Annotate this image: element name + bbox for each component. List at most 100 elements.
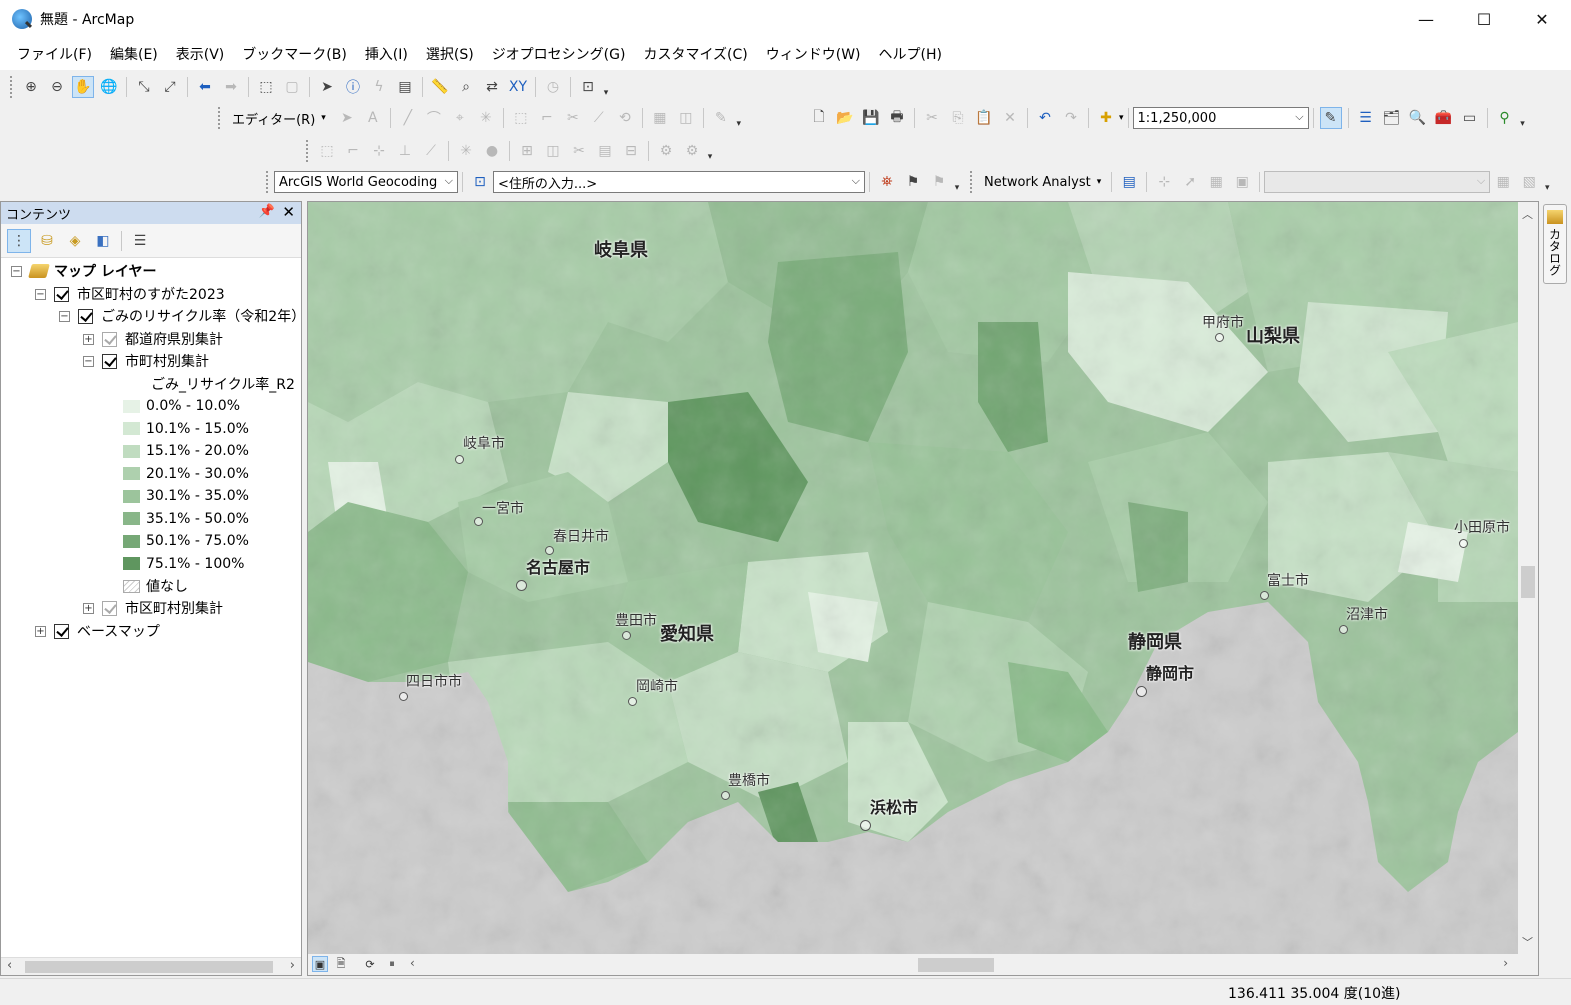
toolbar-grip[interactable] bbox=[218, 107, 222, 129]
legend-item[interactable]: 10.1% - 15.0% bbox=[123, 418, 249, 440]
scrollbar-thumb[interactable] bbox=[1521, 566, 1535, 598]
scroll-down-icon[interactable]: ﹀ bbox=[1522, 934, 1533, 950]
attributes-icon[interactable]: ▦ bbox=[649, 107, 671, 129]
save-icon[interactable]: 💾 bbox=[860, 107, 882, 129]
topology-settings-icon[interactable]: ⚙ bbox=[681, 140, 703, 162]
zoom-in-icon[interactable]: ⊕ bbox=[20, 76, 42, 98]
close-icon[interactable]: ✕ bbox=[282, 203, 295, 221]
zoom-out-icon[interactable]: ⊖ bbox=[46, 76, 68, 98]
menu-insert[interactable]: 挿入(I) bbox=[356, 44, 417, 64]
toc-row-muni-layer[interactable]: − 市町村別集計 bbox=[83, 350, 209, 372]
network-analyst-window-icon[interactable]: ▤ bbox=[1118, 171, 1140, 193]
toolbar-grip[interactable] bbox=[970, 171, 974, 193]
editor-dropdown-icon[interactable]: ▾ bbox=[321, 113, 326, 123]
collapse-icon[interactable]: − bbox=[83, 355, 94, 367]
chevron-down-icon[interactable]: ⌵ bbox=[445, 174, 453, 188]
toolbar-grip[interactable] bbox=[306, 140, 310, 162]
expand-icon[interactable]: + bbox=[83, 333, 94, 345]
edit-tool-icon[interactable]: ➤ bbox=[336, 107, 358, 129]
end-point-arc-icon[interactable]: ⌒ bbox=[423, 107, 445, 129]
collapse-icon[interactable]: − bbox=[59, 310, 70, 322]
paste-icon[interactable]: 📋 bbox=[973, 107, 995, 129]
pin-icon[interactable]: 📌 bbox=[259, 204, 275, 219]
back-arrow-icon[interactable]: ⬅ bbox=[194, 76, 216, 98]
add-data-dropdown-icon[interactable]: ▾ bbox=[1119, 113, 1124, 123]
create-network-location-icon[interactable]: ⊹ bbox=[1153, 171, 1175, 193]
toolbar-options-icon[interactable]: ▾ bbox=[601, 76, 611, 98]
redo-icon[interactable]: ↷ bbox=[1060, 107, 1082, 129]
hyperlink-bolt-icon[interactable]: ϟ bbox=[368, 76, 390, 98]
layout-view-icon[interactable]: 🗎 bbox=[333, 956, 349, 972]
html-popup-icon[interactable]: ▤ bbox=[394, 76, 416, 98]
pan-hand-icon[interactable]: ✋ bbox=[72, 76, 94, 98]
toolbar-options-icon[interactable]: ▾ bbox=[1542, 171, 1552, 193]
muni-layer2-visibility-checkbox[interactable] bbox=[102, 600, 117, 616]
fixed-zoom-out-icon[interactable]: ⤢ bbox=[159, 76, 181, 98]
toolbar-options-icon[interactable]: ▾ bbox=[705, 140, 715, 162]
menu-view[interactable]: 表示(V) bbox=[167, 44, 234, 64]
editor-toolbar-toggle-icon[interactable]: ✎ bbox=[1319, 107, 1342, 129]
toolbar-grip[interactable] bbox=[266, 171, 270, 193]
go-to-xy-icon[interactable]: XY bbox=[507, 76, 529, 98]
fixed-zoom-in-icon[interactable]: ⤡ bbox=[133, 76, 155, 98]
map-canvas[interactable]: 岐阜県 山梨県 愛知県 静岡県 名古屋市 静岡市 浜松市 甲府市 岐阜市 一宮市… bbox=[308, 202, 1518, 954]
toc-horizontal-scrollbar[interactable]: ‹ › bbox=[1, 957, 301, 975]
network-dataset-select[interactable]: ⌵ bbox=[1264, 171, 1491, 193]
create-features-icon[interactable]: ✎ bbox=[710, 107, 732, 129]
point-icon[interactable]: ✳ bbox=[475, 107, 497, 129]
map-scale-combo[interactable]: 1:1,250,000 ⌵ bbox=[1132, 107, 1309, 129]
menu-geoprocessing[interactable]: ジオプロセシング(G) bbox=[483, 44, 635, 64]
reshape-icon[interactable]: ⌐ bbox=[536, 107, 558, 129]
clear-selection-icon[interactable]: ▢ bbox=[281, 76, 303, 98]
legend-item[interactable]: 75.1% - 100% bbox=[123, 553, 244, 575]
toc-row-subgroup[interactable]: − ごみのリサイクル率（令和2年） bbox=[59, 305, 305, 327]
toc-row-muni-layer2[interactable]: + 市区町村別集計 bbox=[83, 597, 223, 619]
cut-icon[interactable]: ✂ bbox=[921, 107, 943, 129]
menu-file[interactable]: ファイル(F) bbox=[8, 44, 101, 64]
toolbar-options-icon[interactable]: ▾ bbox=[734, 107, 744, 129]
refresh-icon[interactable]: ⟳ bbox=[362, 956, 378, 972]
cut-polygons-icon[interactable]: ✂ bbox=[562, 107, 584, 129]
legend-item[interactable]: 50.1% - 75.0% bbox=[123, 530, 249, 552]
build-network-icon[interactable]: ▦ bbox=[1492, 171, 1514, 193]
menu-bookmarks[interactable]: ブックマーク(B) bbox=[233, 44, 356, 64]
menu-selection[interactable]: 選択(S) bbox=[417, 44, 483, 64]
minimize-button[interactable]: — bbox=[1397, 0, 1455, 38]
edit-annotation-icon[interactable]: A bbox=[362, 107, 384, 129]
close-button[interactable]: ✕ bbox=[1513, 0, 1571, 38]
collapse-icon[interactable]: − bbox=[35, 288, 46, 300]
topology-align-icon[interactable]: ⊥ bbox=[394, 140, 416, 162]
geocode-flag-icon[interactable]: ⚑ bbox=[902, 171, 924, 193]
subgroup-visibility-checkbox[interactable] bbox=[78, 308, 93, 324]
delete-icon[interactable]: ✕ bbox=[999, 107, 1021, 129]
menu-help[interactable]: ヘルプ(H) bbox=[870, 44, 951, 64]
collapse-icon[interactable]: − bbox=[11, 265, 22, 277]
scroll-up-icon[interactable]: ︿ bbox=[1522, 206, 1533, 222]
editor-menu[interactable]: エディター(R) bbox=[226, 109, 321, 128]
topology-validate-icon[interactable]: ✳ bbox=[455, 140, 477, 162]
rotate-icon[interactable]: ⟲ bbox=[614, 107, 636, 129]
scroll-left-icon[interactable]: ‹ bbox=[7, 958, 12, 973]
toc-row-group[interactable]: − 市区町村のすがた2023 bbox=[35, 283, 225, 305]
forward-arrow-icon[interactable]: ➡ bbox=[220, 76, 242, 98]
copy-icon[interactable]: ⎘ bbox=[947, 107, 969, 129]
print-icon[interactable]: 🖶 bbox=[886, 107, 908, 129]
topology-shared-features-icon[interactable]: ⊞ bbox=[516, 140, 538, 162]
topology-error-inspector-icon[interactable]: ▤ bbox=[594, 140, 616, 162]
scroll-right-icon[interactable]: › bbox=[290, 958, 295, 973]
geocode-reverse-icon[interactable]: ⚑ bbox=[928, 171, 950, 193]
select-move-location-icon[interactable]: ➚ bbox=[1179, 171, 1201, 193]
new-document-icon[interactable]: 🗋 bbox=[808, 107, 830, 129]
basemap-visibility-checkbox[interactable] bbox=[54, 623, 69, 639]
topology-split-icon[interactable]: ⟋ bbox=[420, 140, 442, 162]
toolbar-grip[interactable] bbox=[10, 76, 14, 98]
legend-item[interactable]: 15.1% - 20.0% bbox=[123, 440, 249, 462]
pref-layer-visibility-checkbox[interactable] bbox=[102, 331, 117, 347]
network-directions-icon[interactable]: ▧ bbox=[1518, 171, 1540, 193]
python-window-icon[interactable]: ▭ bbox=[1459, 107, 1481, 129]
measure-ruler-icon[interactable]: 📏 bbox=[429, 76, 451, 98]
undo-icon[interactable]: ↶ bbox=[1034, 107, 1056, 129]
menu-edit[interactable]: 編集(E) bbox=[101, 44, 167, 64]
catalog-side-tab[interactable]: カタログ bbox=[1543, 204, 1567, 284]
topology-options-icon[interactable]: ⚙ bbox=[655, 140, 677, 162]
